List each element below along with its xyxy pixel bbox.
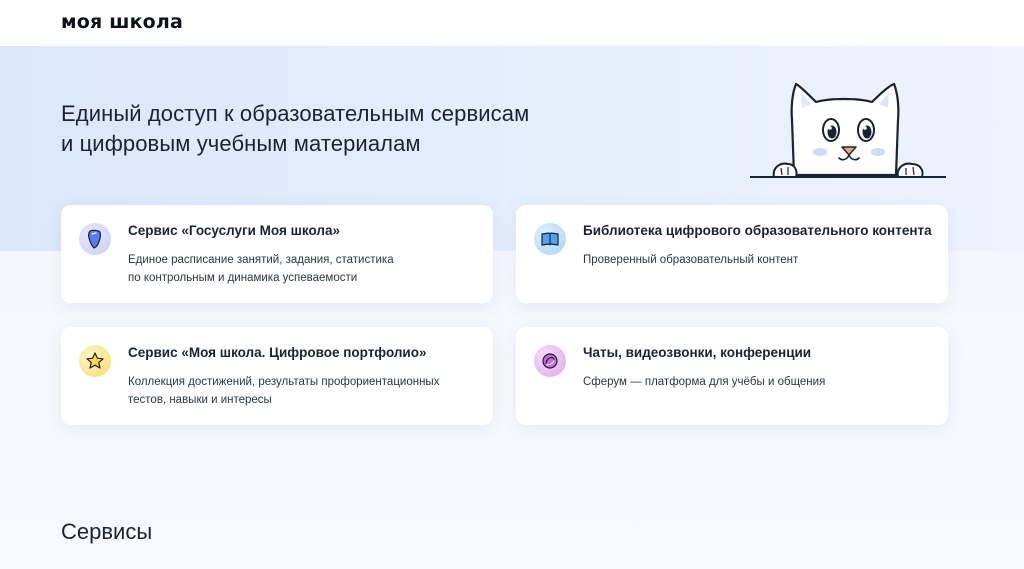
card-description-line-2: по контрольным и динамика успеваемости [128,272,358,284]
card-description: Сферум — платформа для учёбы и общения [583,373,934,391]
card-description-line-1: Проверенный образовательный контент [583,254,799,266]
card-description: Единое расписание занятий, задания, стат… [128,251,479,287]
card-description-line-1: Коллекция достижений, результаты профори… [128,376,440,388]
cat-mascot-illustration [750,82,946,178]
logo[interactable]: моя школа [61,11,183,33]
gosuslugi-shield-icon [79,223,111,255]
card-title: Библиотека цифрового образовательного ко… [583,223,932,238]
card-gosuslugi-my-school[interactable]: Сервис «Госуслуги Моя школа» Единое расп… [61,205,493,303]
card-digital-portfolio[interactable]: Сервис «Моя школа. Цифровое портфолио» К… [61,327,493,425]
card-title: Сервис «Госуслуги Моя школа» [128,223,340,238]
book-icon [534,223,566,255]
card-digital-library[interactable]: Библиотека цифрового образовательного ко… [516,205,948,303]
card-description-line-2: тестов, навыки и интересы [128,394,272,406]
hero-title: Единый доступ к образовательным сервисам… [61,99,601,159]
card-description-line-1: Сферум — платформа для учёбы и общения [583,376,826,388]
card-description-line-1: Единое расписание занятий, задания, стат… [128,254,394,266]
card-sferum-chats[interactable]: Чаты, видеозвонки, конференции Сферум — … [516,327,948,425]
star-icon [79,345,111,377]
hero-title-line-1: Единый доступ к образовательным сервисам [61,101,530,126]
sferum-icon [534,345,566,377]
card-description: Коллекция достижений, результаты профори… [128,373,479,409]
card-title: Чаты, видеозвонки, конференции [583,345,812,360]
top-bar: моя школа [0,0,1024,46]
hero-title-line-2: и цифровым учебным материалам [61,131,421,156]
card-description: Проверенный образовательный контент [583,251,934,269]
services-section-title: Сервисы [61,519,153,544]
card-title: Сервис «Моя школа. Цифровое портфолио» [128,345,427,360]
